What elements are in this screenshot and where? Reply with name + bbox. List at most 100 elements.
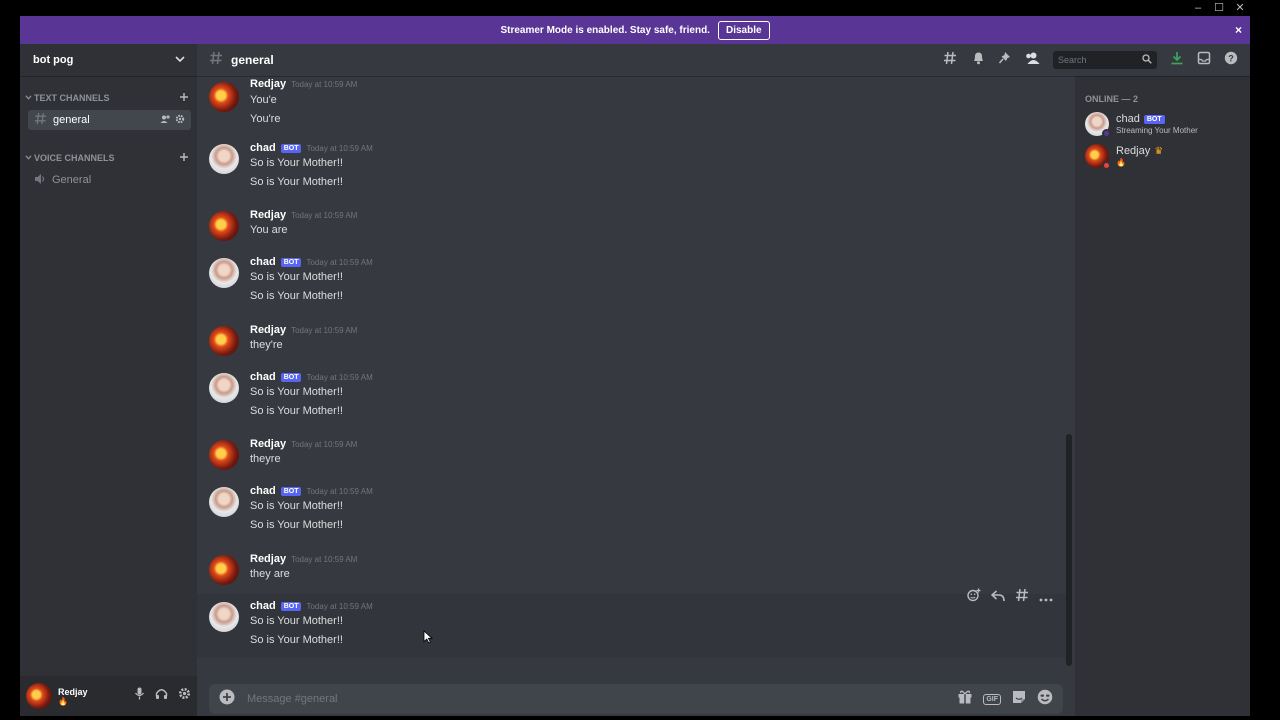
add-reaction-icon[interactable] xyxy=(967,588,981,607)
category-text-channels[interactable]: TEXT CHANNELS xyxy=(20,90,197,106)
member-status-emoji: 🔥 xyxy=(1116,158,1126,167)
banner-close-button[interactable]: × xyxy=(1235,23,1242,37)
avatar[interactable] xyxy=(209,82,239,112)
threads-icon[interactable] xyxy=(943,51,959,70)
message-timestamp: Today at 10:59 AM xyxy=(306,486,373,496)
category-chevron-icon xyxy=(25,93,32,103)
message-group[interactable]: Redjay Today at 10:59 AM You'e You're xyxy=(197,76,1067,132)
message-text: You'e xyxy=(250,94,277,106)
message-group[interactable]: chad BOT Today at 10:59 AM So is Your Mo… xyxy=(197,367,1067,423)
author-name[interactable]: chad xyxy=(250,600,276,612)
attach-plus-icon[interactable] xyxy=(219,689,235,710)
message-group[interactable]: Redjay Today at 10:59 AM they're xyxy=(197,320,1067,360)
avatar[interactable] xyxy=(209,144,239,174)
channel-header: general Search ? xyxy=(197,44,1250,76)
message-group[interactable]: Redjay Today at 10:59 AM theyre xyxy=(197,434,1067,474)
member-item-chad[interactable]: chad BOT Streaming Your Mother xyxy=(1085,112,1250,138)
chat-area: general Search ? Redjay Today at 10:59 A… xyxy=(197,44,1250,716)
author-name[interactable]: chad xyxy=(250,256,276,268)
author-name[interactable]: Redjay xyxy=(250,78,286,90)
create-thread-icon[interactable] xyxy=(1015,588,1029,607)
svg-text:?: ? xyxy=(1228,53,1234,63)
help-icon[interactable]: ? xyxy=(1224,51,1238,70)
category-label: VOICE CHANNELS xyxy=(34,153,115,163)
user-panel: Redjay 🔥 xyxy=(20,676,197,716)
message-input[interactable] xyxy=(247,693,958,705)
sticker-icon[interactable] xyxy=(1011,689,1027,710)
message-list: Redjay Today at 10:59 AM You'e You're ch… xyxy=(197,76,1075,666)
avatar[interactable] xyxy=(1085,144,1111,170)
create-channel-icon[interactable] xyxy=(179,152,189,164)
chevron-down-icon[interactable] xyxy=(175,51,185,69)
message-group-hovered[interactable]: chad BOT Today at 10:59 AM So is Your Mo… xyxy=(197,588,1067,658)
pin-icon[interactable] xyxy=(998,51,1011,70)
message-timestamp: Today at 10:59 AM xyxy=(306,143,373,153)
create-channel-icon[interactable] xyxy=(179,92,189,104)
message-group[interactable]: Redjay Today at 10:59 AM they are xyxy=(197,549,1067,589)
member-list: ONLINE — 2 chad BOT Streaming Your Mothe… xyxy=(1075,76,1250,716)
author-name[interactable]: Redjay xyxy=(250,553,286,565)
emoji-icon[interactable] xyxy=(1037,689,1053,710)
guild-header[interactable]: bot pog xyxy=(20,44,197,76)
message-composer: GIF xyxy=(209,684,1063,714)
author-name[interactable]: chad xyxy=(250,485,276,497)
owner-crown-icon: ♛ xyxy=(1154,145,1164,157)
member-item-redjay[interactable]: Redjay ♛ 🔥 xyxy=(1085,144,1250,170)
message-text: You're xyxy=(250,113,281,125)
avatar[interactable] xyxy=(209,211,239,241)
avatar[interactable] xyxy=(209,487,239,517)
search-input[interactable]: Search xyxy=(1053,51,1157,69)
message-group[interactable]: chad BOT Today at 10:59 AM So is Your Mo… xyxy=(197,138,1067,194)
download-icon[interactable] xyxy=(1170,51,1184,70)
user-settings-gear-icon[interactable] xyxy=(178,687,191,705)
streaming-status-dot xyxy=(1102,129,1111,138)
author-name[interactable]: chad xyxy=(250,371,276,383)
avatar[interactable] xyxy=(209,440,239,470)
disable-streamer-mode-button[interactable]: Disable xyxy=(717,20,770,40)
avatar[interactable] xyxy=(209,373,239,403)
avatar[interactable] xyxy=(209,602,239,632)
message-group[interactable]: Redjay Today at 10:59 AM You are xyxy=(197,205,1067,245)
message-group[interactable]: chad BOT Today at 10:59 AM So is Your Mo… xyxy=(197,252,1067,308)
inbox-icon[interactable] xyxy=(1197,51,1211,70)
bot-badge: BOT xyxy=(1143,114,1165,124)
bell-icon[interactable] xyxy=(972,51,985,70)
message-group[interactable]: chad BOT Today at 10:59 AM So is Your Mo… xyxy=(197,481,1067,537)
headphones-icon[interactable] xyxy=(155,687,168,705)
window-close-button[interactable]: ✕ xyxy=(1230,0,1250,16)
avatar[interactable] xyxy=(209,326,239,356)
channel-item-voice-general[interactable]: General xyxy=(28,170,191,190)
avatar[interactable] xyxy=(209,555,239,585)
message-timestamp: Today at 10:59 AM xyxy=(291,325,358,335)
members-icon[interactable] xyxy=(1024,51,1040,70)
reply-icon[interactable] xyxy=(990,589,1005,607)
maximize-button[interactable]: ☐ xyxy=(1209,0,1229,16)
minimize-button[interactable]: – xyxy=(1188,0,1208,16)
author-name[interactable]: Redjay xyxy=(250,324,286,336)
gear-icon[interactable] xyxy=(175,114,185,127)
invite-icon[interactable] xyxy=(160,114,170,127)
streamer-mode-banner: Streamer Mode is enabled. Stay safe, fri… xyxy=(20,16,1250,44)
dnd-status-dot xyxy=(1102,161,1111,170)
author-name[interactable]: Redjay xyxy=(250,209,286,221)
channel-title: general xyxy=(231,53,274,67)
message-text: So is Your Mother!! xyxy=(250,500,343,512)
message-scrollbar[interactable] xyxy=(1066,434,1072,666)
microphone-icon[interactable] xyxy=(134,687,145,705)
author-name[interactable]: chad xyxy=(250,142,276,154)
avatar[interactable] xyxy=(26,683,52,709)
speaker-icon xyxy=(34,173,46,188)
message-text: So is Your Mother!! xyxy=(250,176,343,188)
user-panel-username: Redjay xyxy=(58,686,88,697)
category-voice-channels[interactable]: VOICE CHANNELS xyxy=(20,150,197,166)
avatar[interactable] xyxy=(1085,112,1111,138)
gift-icon[interactable] xyxy=(957,689,973,709)
gif-button[interactable]: GIF xyxy=(983,693,1001,705)
more-options-icon[interactable] xyxy=(1039,589,1053,607)
avatar[interactable] xyxy=(209,258,239,288)
message-timestamp: Today at 10:59 AM xyxy=(306,601,373,611)
message-text: So is Your Mother!! xyxy=(250,519,343,531)
channel-item-general[interactable]: general xyxy=(28,110,191,130)
author-name[interactable]: Redjay xyxy=(250,438,286,450)
member-activity: Streaming Your Mother xyxy=(1116,126,1198,135)
